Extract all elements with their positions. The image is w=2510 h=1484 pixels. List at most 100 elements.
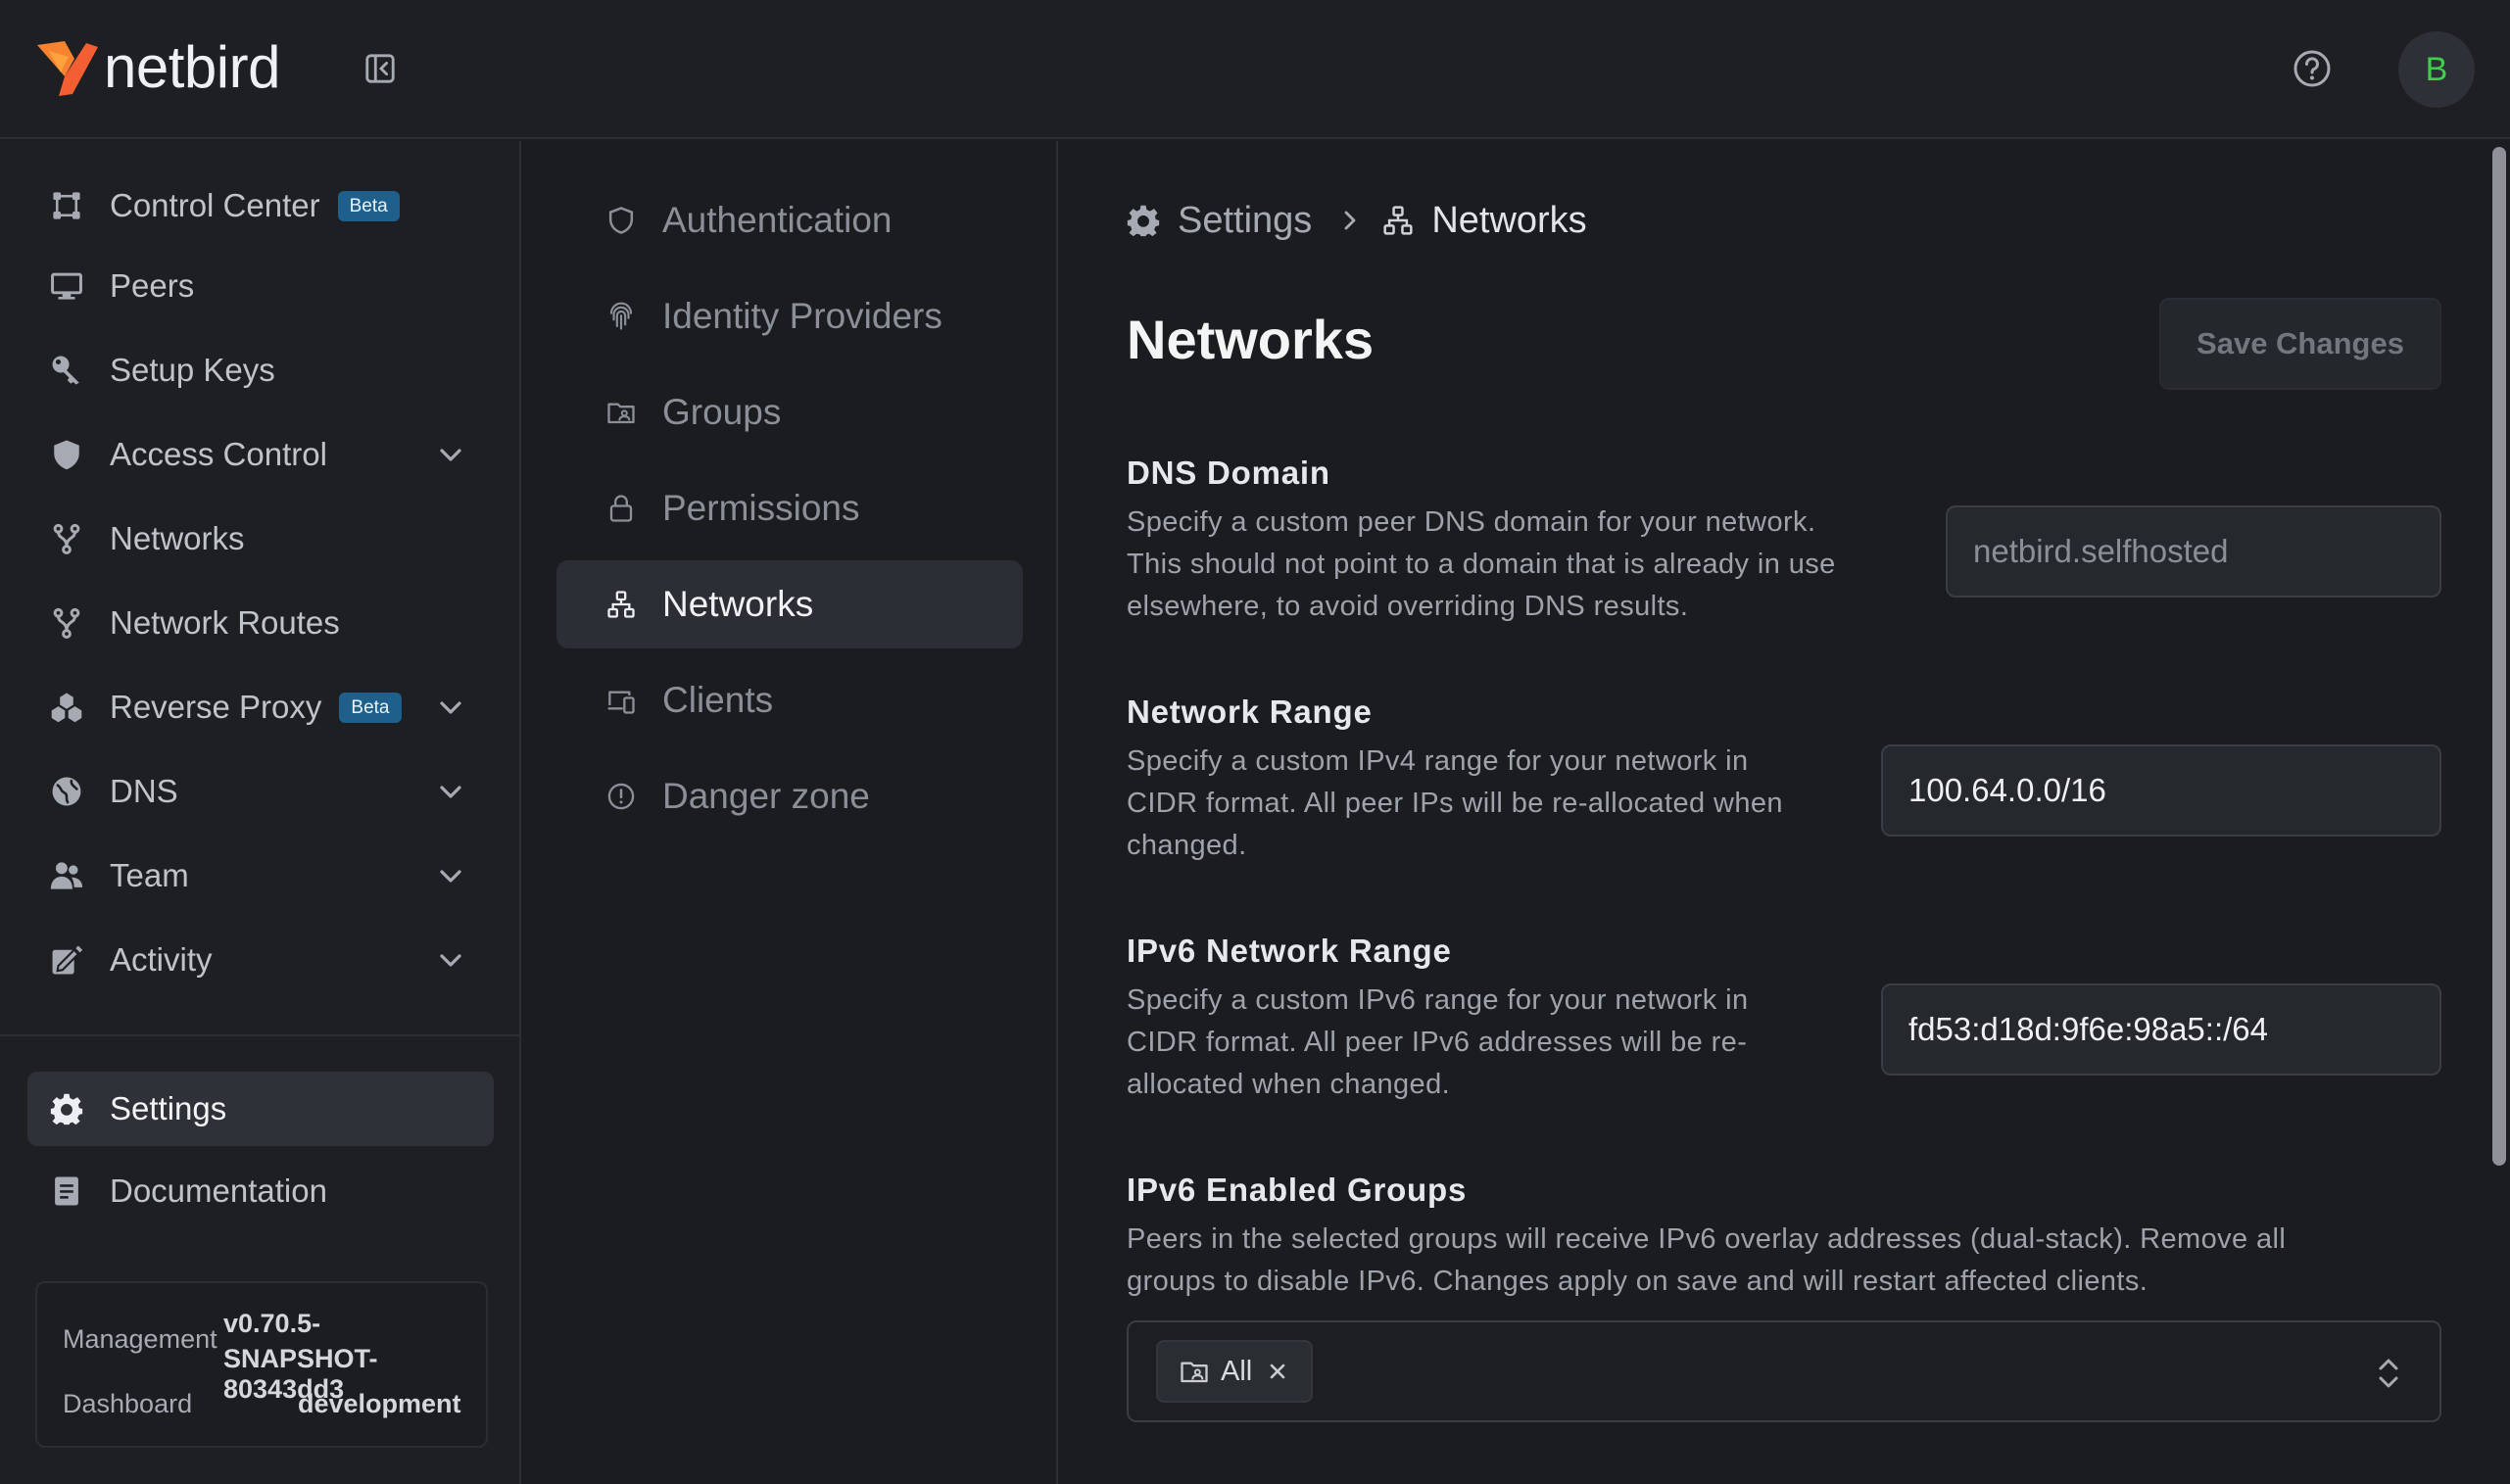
monitor-icon bbox=[47, 266, 86, 306]
sidebar-item-control-center[interactable]: Control Center Beta bbox=[27, 168, 494, 243]
version-info: Management v0.70.5- SNAPSHOT-80343dd3 Da… bbox=[35, 1281, 488, 1448]
shield-icon bbox=[47, 435, 86, 474]
tab-networks[interactable]: Networks bbox=[556, 560, 1023, 648]
ipv6-range-input[interactable]: fd53:d18d:9f6e:98a5::/64 bbox=[1881, 983, 2441, 1076]
tab-groups[interactable]: Groups bbox=[556, 368, 1023, 456]
globe-icon bbox=[47, 772, 86, 811]
close-icon[interactable] bbox=[1266, 1360, 1289, 1383]
sidebar-item-label: Control Center bbox=[110, 187, 320, 223]
description-line: elsewhere, to avoid overriding DNS resul… bbox=[1127, 591, 1689, 622]
tab-label: Permissions bbox=[662, 488, 860, 528]
scrollbar-thumb[interactable] bbox=[2492, 147, 2506, 1166]
ipv6-range-description: Specify a custom IPv6 range for your net… bbox=[1127, 980, 1749, 1106]
description-line: Specify a custom IPv4 range for your net… bbox=[1127, 745, 1749, 777]
sidebar-item-documentation[interactable]: Documentation bbox=[27, 1154, 494, 1228]
gear-icon bbox=[47, 1089, 86, 1128]
netbird-bird-icon bbox=[37, 41, 98, 96]
chevron-down-icon bbox=[440, 870, 461, 883]
sidebar-item-team[interactable]: Team bbox=[27, 838, 494, 913]
lock-icon bbox=[603, 491, 639, 526]
dns-domain-title: DNS Domain bbox=[1127, 455, 1330, 491]
description-line: Specify a custom IPv6 range for your net… bbox=[1127, 984, 1749, 1016]
sidebar-item-label: Networks bbox=[110, 520, 245, 556]
save-changes-button[interactable]: Save Changes bbox=[2159, 298, 2441, 390]
description-line: Specify a custom peer DNS domain for you… bbox=[1127, 506, 1816, 538]
dashboard-version: development bbox=[298, 1389, 461, 1418]
tab-authentication[interactable]: Authentication bbox=[556, 176, 1023, 264]
management-version-line1: v0.70.5- bbox=[223, 1309, 321, 1338]
tab-danger-zone[interactable]: Danger zone bbox=[556, 752, 1023, 840]
reverse-proxy-icon bbox=[47, 688, 86, 727]
breadcrumb: Settings Networks bbox=[1127, 196, 1587, 245]
network-fork-icon bbox=[47, 603, 86, 643]
document-icon bbox=[47, 1172, 86, 1211]
devices-icon bbox=[603, 683, 639, 718]
chevron-down-icon bbox=[440, 954, 461, 967]
sidebar-item-label: Settings bbox=[110, 1090, 227, 1126]
ipv6-groups-description: Peers in the selected groups will receiv… bbox=[1127, 1219, 2286, 1303]
sidebar-item-activity[interactable]: Activity bbox=[27, 923, 494, 997]
sidebar-item-access-control[interactable]: Access Control bbox=[27, 417, 494, 492]
breadcrumb-settings-link[interactable]: Settings bbox=[1178, 200, 1312, 242]
sidebar-item-dns[interactable]: DNS bbox=[27, 754, 494, 829]
network-icon bbox=[603, 587, 639, 622]
network-icon bbox=[1383, 206, 1413, 235]
tab-label: Identity Providers bbox=[662, 296, 942, 336]
description-line: allocated when changed. bbox=[1127, 1069, 1451, 1100]
users-icon bbox=[47, 856, 86, 895]
dashboard-label: Dashboard bbox=[63, 1389, 193, 1418]
tab-clients[interactable]: Clients bbox=[556, 656, 1023, 744]
sidebar-item-label: Activity bbox=[110, 941, 213, 978]
sidebar-item-label: Documentation bbox=[110, 1173, 327, 1209]
group-chip-label: All bbox=[1221, 1355, 1253, 1387]
sidebar-divider bbox=[0, 1034, 519, 1036]
ipv6-groups-select[interactable]: All bbox=[1127, 1320, 2441, 1422]
help-circle-icon bbox=[2293, 50, 2331, 87]
app-root: netbird B Control Center Beta Peers Setu… bbox=[0, 0, 2510, 1484]
sidebar-item-reverse-proxy[interactable]: Reverse Proxy Beta bbox=[27, 670, 494, 744]
sidebar-item-label: Reverse Proxy bbox=[110, 689, 322, 725]
network-range-title: Network Range bbox=[1127, 694, 1373, 730]
dns-domain-description: Specify a custom peer DNS domain for you… bbox=[1127, 502, 1836, 628]
dns-domain-input[interactable]: netbird.selfhosted bbox=[1946, 505, 2441, 598]
logo-text: netbird bbox=[104, 34, 280, 100]
management-label: Management bbox=[63, 1324, 217, 1354]
folder-group-icon bbox=[1181, 1362, 1208, 1383]
sidebar-item-setup-keys[interactable]: Setup Keys bbox=[27, 333, 494, 407]
sidebar-item-network-routes[interactable]: Network Routes bbox=[27, 586, 494, 660]
description-line: Peers in the selected groups will receiv… bbox=[1127, 1223, 2287, 1255]
description-line: This should not point to a domain that i… bbox=[1127, 549, 1836, 580]
network-range-input[interactable]: 100.64.0.0/16 bbox=[1881, 744, 2441, 837]
tab-label: Networks bbox=[662, 584, 814, 624]
fingerprint-icon bbox=[603, 299, 639, 334]
main-sidebar: Control Center Beta Peers Setup Keys Acc… bbox=[0, 141, 521, 1484]
sidebar-collapse-icon bbox=[365, 54, 395, 83]
chevron-down-icon bbox=[440, 449, 461, 461]
tab-label: Authentication bbox=[662, 200, 893, 240]
sidebar-item-label: Network Routes bbox=[110, 604, 340, 641]
main-content: Settings Networks Networks Save Changes … bbox=[1060, 141, 2490, 1484]
activity-icon bbox=[47, 940, 86, 980]
sidebar-item-networks[interactable]: Networks bbox=[27, 502, 494, 576]
beta-badge: Beta bbox=[337, 190, 400, 221]
alert-circle-icon bbox=[603, 779, 639, 814]
tab-label: Groups bbox=[662, 392, 782, 432]
tab-permissions[interactable]: Permissions bbox=[556, 464, 1023, 552]
sidebar-item-settings[interactable]: Settings bbox=[27, 1072, 494, 1146]
network-fork-icon bbox=[47, 519, 86, 558]
control-center-icon bbox=[47, 186, 86, 225]
netbird-logo[interactable]: netbird bbox=[35, 37, 280, 98]
group-chip: All bbox=[1156, 1340, 1314, 1403]
collapse-sidebar-button[interactable] bbox=[362, 51, 398, 86]
tab-identity-providers[interactable]: Identity Providers bbox=[556, 272, 1023, 360]
chevron-up-down-icon bbox=[2379, 1359, 2398, 1388]
sidebar-item-peers[interactable]: Peers bbox=[27, 249, 494, 323]
sidebar-item-label: Setup Keys bbox=[110, 352, 275, 388]
page-title: Networks bbox=[1127, 309, 1375, 370]
help-button[interactable] bbox=[2293, 49, 2332, 88]
user-avatar[interactable]: B bbox=[2398, 31, 2475, 108]
top-header: netbird B bbox=[0, 0, 2510, 139]
description-line: changed. bbox=[1127, 830, 1247, 861]
chevron-down-icon bbox=[440, 786, 461, 798]
ipv6-range-title: IPv6 Network Range bbox=[1127, 933, 1452, 969]
